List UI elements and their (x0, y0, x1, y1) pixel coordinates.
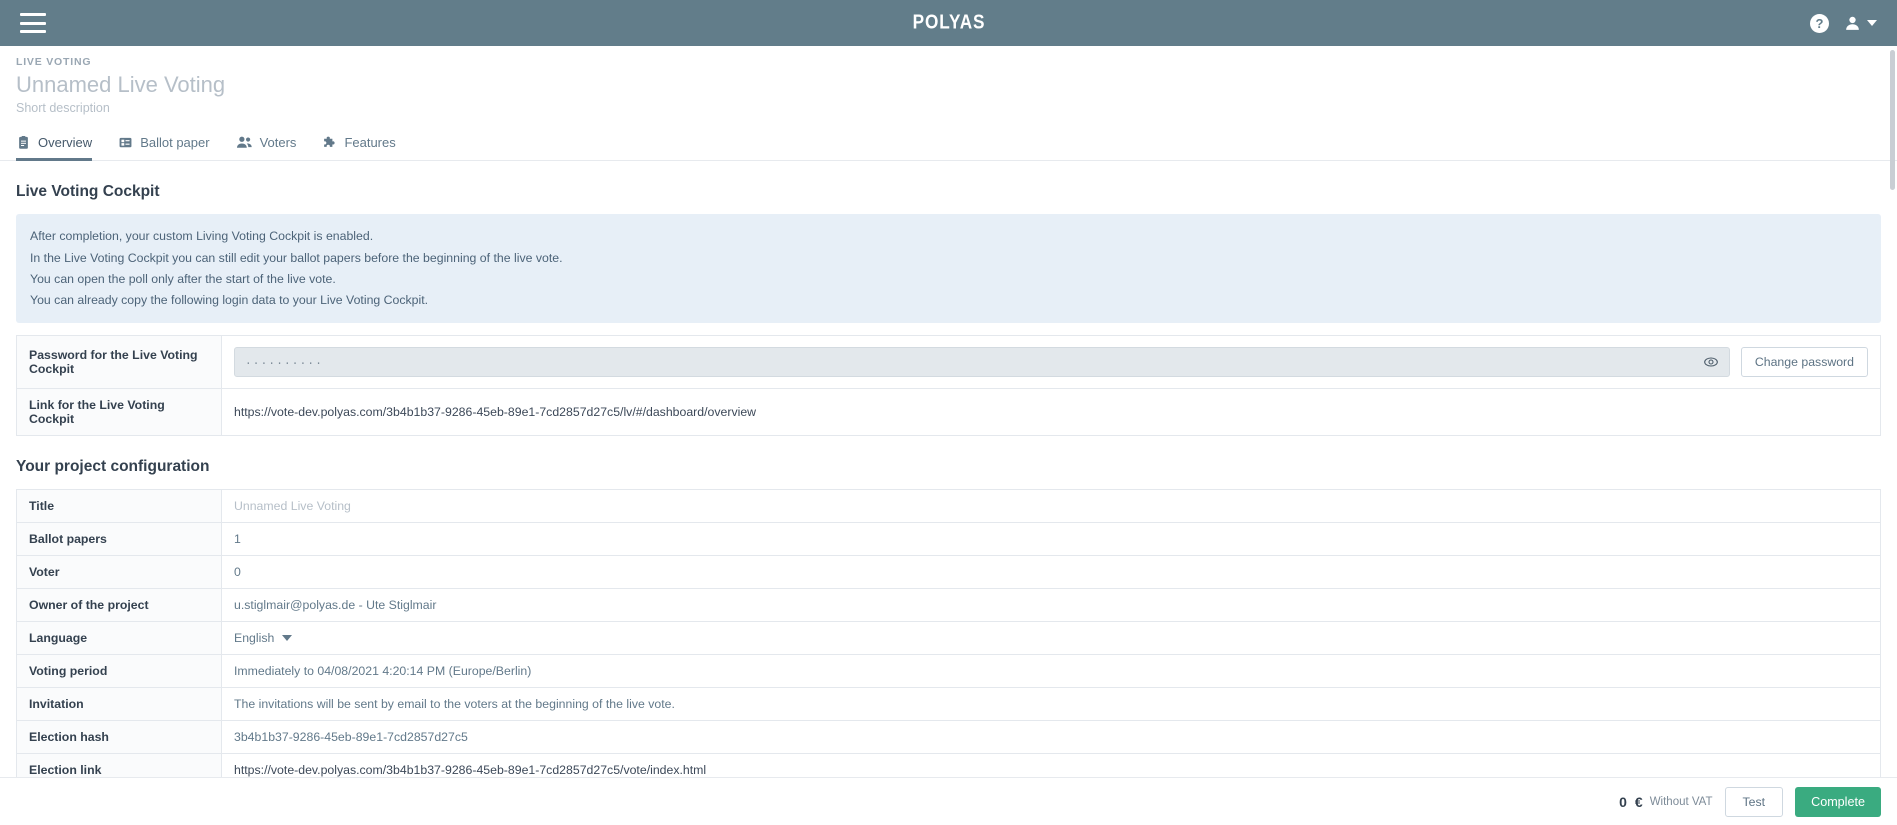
reveal-password-eye-icon[interactable] (1703, 354, 1719, 370)
row-label: Language (16, 621, 222, 655)
row-value[interactable]: Immediately to 04/08/2021 4:20:14 PM (Eu… (222, 654, 1881, 687)
row-label: Election hash (16, 720, 222, 754)
row-label: Owner of the project (16, 588, 222, 622)
help-icon[interactable]: ? (1810, 13, 1829, 33)
row-label: Voting period (16, 654, 222, 688)
tab-voters[interactable]: Voters (236, 135, 297, 161)
page-header: LIVE VOTING Unnamed Live Voting Short de… (0, 46, 1897, 115)
row-label: Password for the Live Voting Cockpit (16, 335, 222, 389)
complete-button[interactable]: Complete (1795, 786, 1881, 817)
info-line: You can open the poll only after the sta… (30, 271, 336, 286)
row-value[interactable]: Unnamed Live Voting (222, 489, 1881, 522)
clipboard-icon (19, 136, 28, 150)
table-row: Election hash 3b4b1b37-9286-45eb-89e1-7c… (16, 720, 1881, 754)
breadcrumb-eyebrow: LIVE VOTING (16, 56, 92, 68)
account-menu[interactable] (1843, 14, 1877, 33)
tab-ballot-paper[interactable]: Ballot paper (118, 135, 210, 161)
price-amount: 0 (1619, 793, 1627, 810)
row-label: Voter (16, 555, 222, 589)
password-input[interactable]: .......... (234, 346, 1730, 377)
vertical-scrollbar[interactable] (1890, 50, 1895, 190)
chevron-down-icon (1867, 20, 1877, 26)
table-row: Voter 0 (16, 555, 1881, 589)
tab-bar: Overview Ballot paper Voters Features (0, 129, 1897, 162)
table-row-cockpit-link: Link for the Live Voting Cockpit https:/… (16, 388, 1881, 436)
chevron-down-icon (282, 634, 293, 641)
tab-features[interactable]: Features (322, 135, 396, 161)
polyas-logo: POLYAS (912, 11, 985, 34)
row-value[interactable]: 1 (222, 522, 1881, 555)
row-label: Invitation (16, 687, 222, 721)
row-value: .......... Change password (222, 335, 1881, 388)
people-icon (236, 137, 252, 149)
ballot-card-icon (119, 138, 132, 148)
table-row: Voting period Immediately to 04/08/2021 … (16, 654, 1881, 688)
row-value[interactable]: 3b4b1b37-9286-45eb-89e1-7cd2857d27c5 (222, 720, 1881, 753)
row-label: Ballot papers (16, 522, 222, 556)
row-value[interactable]: The invitations will be sent by email to… (222, 687, 1881, 720)
info-line: You can already copy the following login… (30, 292, 429, 307)
table-row: Invitation The invitations will be sent … (16, 687, 1881, 721)
main-content: Live Voting Cockpit After completion, yo… (0, 183, 1897, 825)
row-label: Title (16, 489, 222, 523)
info-line: After completion, your custom Living Vot… (30, 229, 374, 244)
cockpit-credentials-table: Password for the Live Voting Cockpit ...… (16, 334, 1881, 436)
hamburger-menu-icon[interactable] (20, 13, 46, 33)
table-row: Language English (16, 621, 1881, 655)
top-app-bar: POLYAS ? (0, 0, 1897, 46)
cockpit-info-box: After completion, your custom Living Vot… (16, 214, 1881, 323)
person-icon (1846, 16, 1859, 30)
info-line: In the Live Voting Cockpit you can still… (30, 250, 563, 265)
page-subtitle: Short description (16, 101, 110, 116)
row-value[interactable]: 0 (222, 555, 1881, 588)
tab-label: Features (344, 135, 396, 151)
table-row: Owner of the project u.stiglmair@polyas.… (16, 588, 1881, 622)
vat-note: Without VAT (1649, 795, 1713, 808)
password-masked-value: .......... (245, 355, 324, 368)
top-bar-actions: ? (1810, 13, 1877, 33)
language-dropdown[interactable]: English (234, 631, 1868, 645)
table-row: Title Unnamed Live Voting (16, 489, 1881, 523)
page-title: Unnamed Live Voting (16, 72, 226, 97)
row-value: English (222, 621, 1881, 654)
configuration-heading: Your project configuration (16, 457, 210, 475)
row-value[interactable]: u.stiglmair@polyas.de - Ute Stiglmair (222, 588, 1881, 621)
cockpit-heading: Live Voting Cockpit (16, 183, 160, 201)
row-value[interactable]: https://vote-dev.polyas.com/3b4b1b37-928… (222, 388, 1881, 435)
tab-overview[interactable]: Overview (16, 135, 93, 162)
tab-label: Overview (38, 135, 93, 151)
tab-label: Voters (259, 135, 297, 151)
row-label: Link for the Live Voting Cockpit (16, 388, 222, 436)
puzzle-piece-icon (324, 136, 336, 148)
language-selected-value: English (234, 630, 275, 645)
bottom-action-bar: 0 € Without VAT Test Complete (0, 777, 1897, 825)
table-row: Ballot papers 1 (16, 522, 1881, 556)
change-password-button[interactable]: Change password (1740, 346, 1868, 377)
test-button[interactable]: Test (1724, 786, 1784, 817)
project-configuration-table: Title Unnamed Live Voting Ballot papers … (16, 488, 1881, 787)
currency-symbol: € (1634, 793, 1643, 810)
table-row-password: Password for the Live Voting Cockpit ...… (16, 335, 1881, 389)
tab-label: Ballot paper (140, 135, 210, 151)
